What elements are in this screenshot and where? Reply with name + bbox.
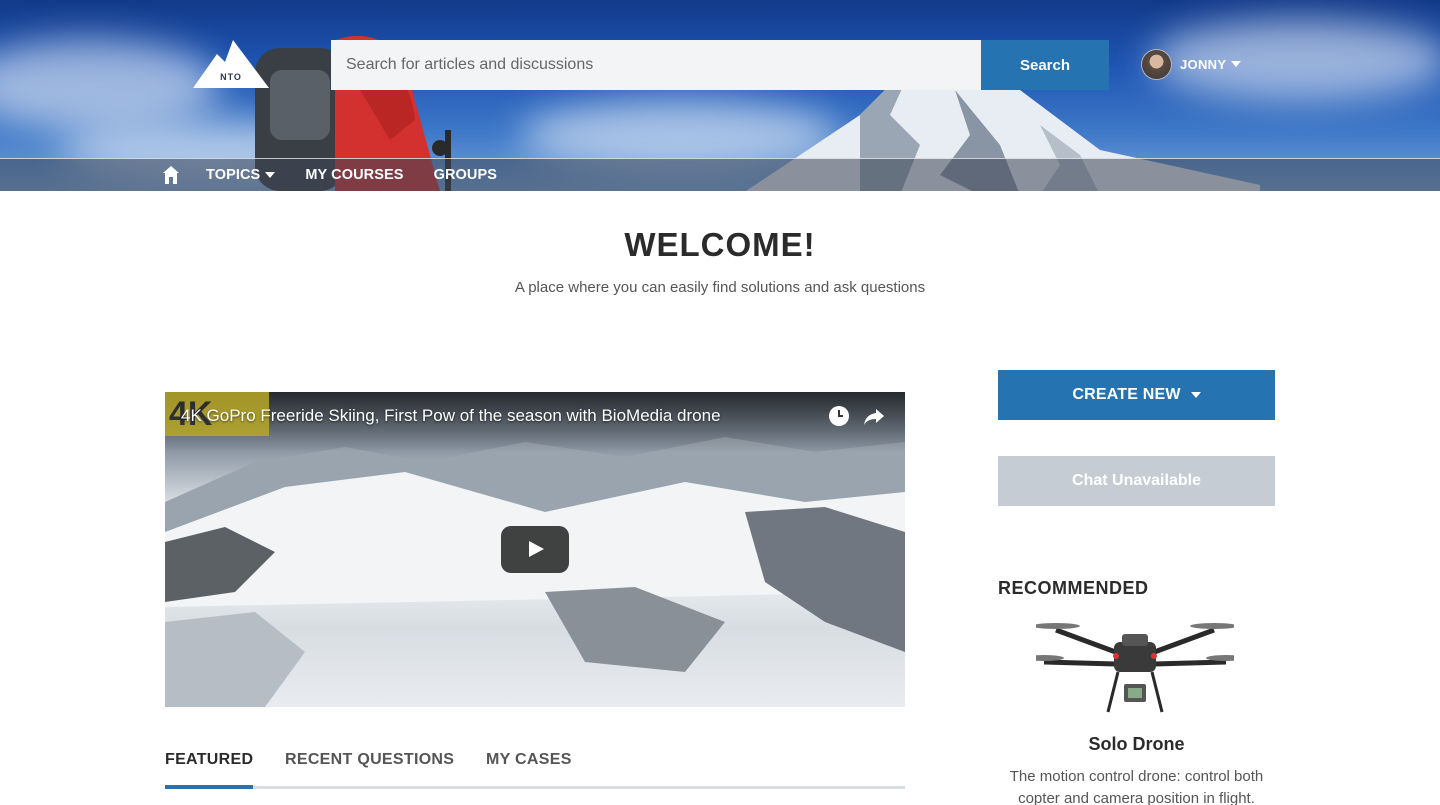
tab-active-indicator [165, 785, 253, 789]
drone-image[interactable] [1036, 612, 1234, 722]
header-banner: NTO Search JONNY TOPICS MY COURSES GROUP… [0, 0, 1440, 191]
chat-unavailable-button: Chat Unavailable [998, 456, 1275, 506]
user-menu[interactable]: JONNY [1141, 48, 1242, 80]
nav-item-label: TOPICS [206, 167, 261, 183]
nav-item-label: GROUPS [433, 167, 498, 183]
page-subtitle: A place where you can easily find soluti… [514, 279, 926, 296]
chevron-down-icon [1231, 61, 1242, 67]
main-nav: TOPICS MY COURSES GROUPS [163, 163, 527, 187]
brand-logo[interactable]: NTO [193, 40, 269, 88]
tab-recent-questions[interactable]: RECENT QUESTIONS [285, 751, 454, 789]
search-button[interactable]: Search [981, 40, 1109, 90]
recommended-heading: RECOMMENDED [998, 578, 1149, 598]
play-icon [529, 541, 544, 557]
video-player[interactable]: 4K 4K GoPro Freeride Skiing, First Pow o… [165, 392, 905, 707]
play-button[interactable] [501, 526, 569, 573]
product-description: The motion control drone: control both c… [1009, 768, 1264, 805]
content-tabs: FEATURED RECENT QUESTIONS MY CASES [165, 751, 905, 789]
logo-text: NTO [220, 72, 242, 82]
page-title: WELCOME! [624, 226, 816, 263]
nav-item-my-courses[interactable]: MY COURSES [305, 167, 403, 183]
video-title: 4K GoPro Freeride Skiing, First Pow of t… [181, 406, 721, 425]
user-name: JONNY [1180, 56, 1227, 72]
create-new-button[interactable]: CREATE NEW [998, 370, 1275, 420]
home-icon[interactable] [163, 166, 179, 184]
search-input[interactable] [331, 40, 981, 90]
product-name[interactable]: Solo Drone [998, 734, 1275, 755]
share-icon[interactable] [862, 404, 886, 428]
create-new-label: CREATE NEW [1072, 386, 1181, 403]
cloud [0, 40, 220, 130]
chevron-down-icon [1190, 392, 1201, 398]
nav-item-topics[interactable]: TOPICS [206, 167, 276, 183]
tab-featured[interactable]: FEATURED [165, 751, 253, 789]
avatar [1141, 48, 1172, 80]
clock-icon[interactable] [827, 404, 851, 428]
nav-item-label: MY COURSES [305, 167, 404, 183]
nav-item-groups[interactable]: GROUPS [434, 167, 497, 183]
chevron-down-icon [265, 172, 276, 178]
tab-my-cases[interactable]: MY CASES [486, 751, 572, 789]
